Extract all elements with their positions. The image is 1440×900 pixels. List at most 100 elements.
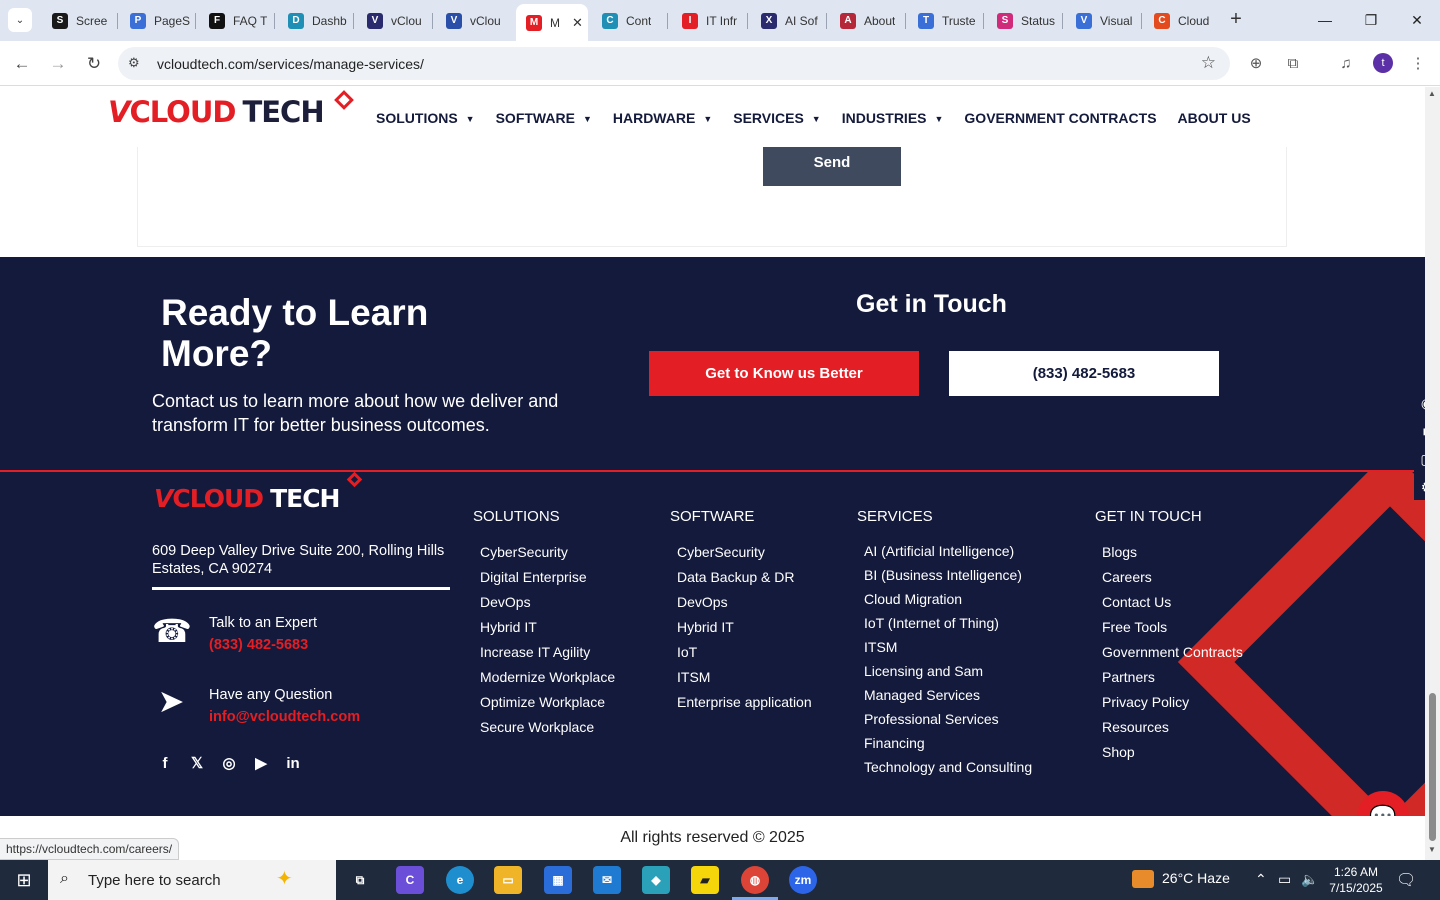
zoom-icon[interactable]: zm	[789, 866, 817, 894]
footer-link[interactable]: Hybrid IT	[480, 617, 615, 642]
footer-link[interactable]: Professional Services	[864, 709, 1032, 733]
nav-item[interactable]: GOVERNMENT CONTRACTS	[964, 110, 1156, 126]
browser-tab[interactable]: P PageS	[120, 6, 192, 35]
linkedin-icon[interactable]: in	[284, 755, 302, 773]
footer-link[interactable]: BI (Business Intelligence)	[864, 565, 1032, 589]
site-info-icon[interactable]: ⚙	[128, 55, 144, 71]
footer-link[interactable]: Privacy Policy	[1102, 692, 1243, 717]
browser-tab[interactable]: M M ✕	[516, 4, 588, 41]
footer-link[interactable]: CyberSecurity	[480, 542, 615, 567]
profile-avatar[interactable]: t	[1373, 53, 1393, 73]
browser-tab[interactable]: I IT Infr	[672, 6, 744, 35]
know-us-button[interactable]: Get to Know us Better	[649, 351, 919, 396]
volume-icon[interactable]: 🔈	[1301, 871, 1318, 888]
footer-link[interactable]: Blogs	[1102, 542, 1243, 567]
footer-link[interactable]: Careers	[1102, 567, 1243, 592]
footer-link[interactable]: Cloud Migration	[864, 589, 1032, 613]
notification-icon[interactable]: 🗨	[1396, 870, 1416, 890]
footer-link[interactable]: Modernize Workplace	[480, 667, 615, 692]
task-view-icon[interactable]: ⧉	[346, 866, 374, 894]
footer-link[interactable]: IoT	[677, 642, 812, 667]
reload-button[interactable]: ↻	[81, 51, 107, 77]
extensions-icon[interactable]: ⧉	[1282, 53, 1304, 75]
browser-tab[interactable]: S Scree	[42, 6, 114, 35]
minimize-button[interactable]: —	[1310, 8, 1340, 32]
site-logo[interactable]: VCLOUD TECH	[108, 90, 354, 135]
footer-link[interactable]: Technology and Consulting	[864, 757, 1032, 781]
footer-link[interactable]: Managed Services	[864, 685, 1032, 709]
edge-icon[interactable]: e	[446, 866, 474, 894]
nav-item[interactable]: ABOUT US	[1178, 110, 1251, 126]
footer-link[interactable]: DevOps	[480, 592, 615, 617]
tab-search-button[interactable]: ⌄	[8, 8, 32, 32]
chrome-icon[interactable]: ◍	[741, 866, 769, 894]
url-text[interactable]: vcloudtech.com/services/manage-services/	[157, 56, 424, 72]
footer-link[interactable]: Secure Workplace	[480, 717, 615, 742]
footer-link[interactable]: Increase IT Agility	[480, 642, 615, 667]
media-control-icon[interactable]: ♫	[1335, 53, 1357, 75]
email-link[interactable]: info@vcloudtech.com	[209, 709, 360, 725]
new-tab-button[interactable]: +	[1224, 8, 1248, 32]
mail-icon[interactable]: ✉	[593, 866, 621, 894]
copilot-icon[interactable]: C	[396, 866, 424, 894]
translate-icon[interactable]: ⊕	[1245, 53, 1267, 75]
close-window-button[interactable]: ✕	[1402, 8, 1432, 32]
footer-link[interactable]: IoT (Internet of Thing)	[864, 613, 1032, 637]
send-button[interactable]: Send	[763, 147, 901, 186]
scroll-down-arrow-icon[interactable]: ▼	[1428, 845, 1436, 854]
footer-link[interactable]: Government Contracts	[1102, 642, 1243, 667]
back-button[interactable]: ←	[9, 51, 35, 77]
footer-link[interactable]: Free Tools	[1102, 617, 1243, 642]
facebook-icon[interactable]: f	[156, 755, 174, 773]
footer-link[interactable]: Enterprise application	[677, 692, 812, 717]
browser-tab[interactable]: S Status	[987, 6, 1059, 35]
scroll-up-arrow-icon[interactable]: ▲	[1428, 89, 1436, 98]
omnibox[interactable]: ⚙ vcloudtech.com/services/manage-service…	[118, 47, 1230, 80]
windows-start-icon[interactable]: ⊞	[0, 860, 48, 900]
footer-logo[interactable]: VCLOUD TECH	[154, 472, 363, 513]
browser-tab[interactable]: C Cloud	[1144, 6, 1216, 35]
footer-link[interactable]: Hybrid IT	[677, 617, 812, 642]
tray-chevron-icon[interactable]: ⌃	[1255, 871, 1267, 888]
phone-button[interactable]: (833) 482-5683	[949, 351, 1219, 396]
sticky-notes-icon[interactable]: ▰	[691, 866, 719, 894]
maximize-button[interactable]: ❐	[1356, 8, 1386, 32]
nav-item[interactable]: SOLUTIONS ▼	[376, 110, 475, 126]
browser-tab[interactable]: D Dashb	[278, 6, 350, 35]
footer-link[interactable]: CyberSecurity	[677, 542, 812, 567]
footer-link[interactable]: ITSM	[677, 667, 812, 692]
footer-link[interactable]: Optimize Workplace	[480, 692, 615, 717]
footer-link[interactable]: Data Backup & DR	[677, 567, 812, 592]
nav-item[interactable]: INDUSTRIES ▼	[842, 110, 944, 126]
footer-link[interactable]: Partners	[1102, 667, 1243, 692]
close-tab-icon[interactable]: ✕	[572, 15, 583, 31]
system-clock[interactable]: 1:26 AM 7/15/2025	[1326, 864, 1386, 896]
scroll-thumb[interactable]	[1429, 693, 1436, 841]
browser-tab[interactable]: C Cont	[592, 6, 664, 35]
footer-link[interactable]: AI (Artificial Intelligence)	[864, 541, 1032, 565]
bookmark-star-icon[interactable]: ☆	[1201, 53, 1216, 73]
weather-widget[interactable]: 26°C Haze	[1132, 870, 1230, 889]
footer-link[interactable]: Shop	[1102, 742, 1243, 767]
footer-link[interactable]: Licensing and Sam	[864, 661, 1032, 685]
x-twitter-icon[interactable]: 𝕏	[188, 755, 206, 773]
page-scrollbar[interactable]: ▲ ▼	[1425, 87, 1440, 860]
browser-tab[interactable]: A About	[830, 6, 902, 35]
file-explorer-icon[interactable]: ▭	[494, 866, 522, 894]
taskbar-search-box[interactable]: ⌕ Type here to search ✦	[48, 860, 336, 900]
nav-item[interactable]: SERVICES ▼	[733, 110, 820, 126]
instagram-icon[interactable]: ◎	[220, 755, 238, 773]
browser-tab[interactable]: T Truste	[908, 6, 980, 35]
browser-tab[interactable]: V Visual	[1066, 6, 1138, 35]
footer-link[interactable]: DevOps	[677, 592, 812, 617]
forward-button[interactable]: →	[45, 51, 71, 77]
footer-link[interactable]: ITSM	[864, 637, 1032, 661]
app-diamond-icon[interactable]: ◆	[642, 866, 670, 894]
footer-link[interactable]: Digital Enterprise	[480, 567, 615, 592]
browser-tab[interactable]: X AI Sof	[751, 6, 823, 35]
expert-phone-link[interactable]: (833) 482-5683	[209, 637, 308, 653]
store-icon[interactable]: ▦	[544, 866, 572, 894]
footer-link[interactable]: Contact Us	[1102, 592, 1243, 617]
sparkle-icon[interactable]: ✦	[276, 866, 293, 891]
browser-tab[interactable]: VvClou	[357, 6, 429, 35]
